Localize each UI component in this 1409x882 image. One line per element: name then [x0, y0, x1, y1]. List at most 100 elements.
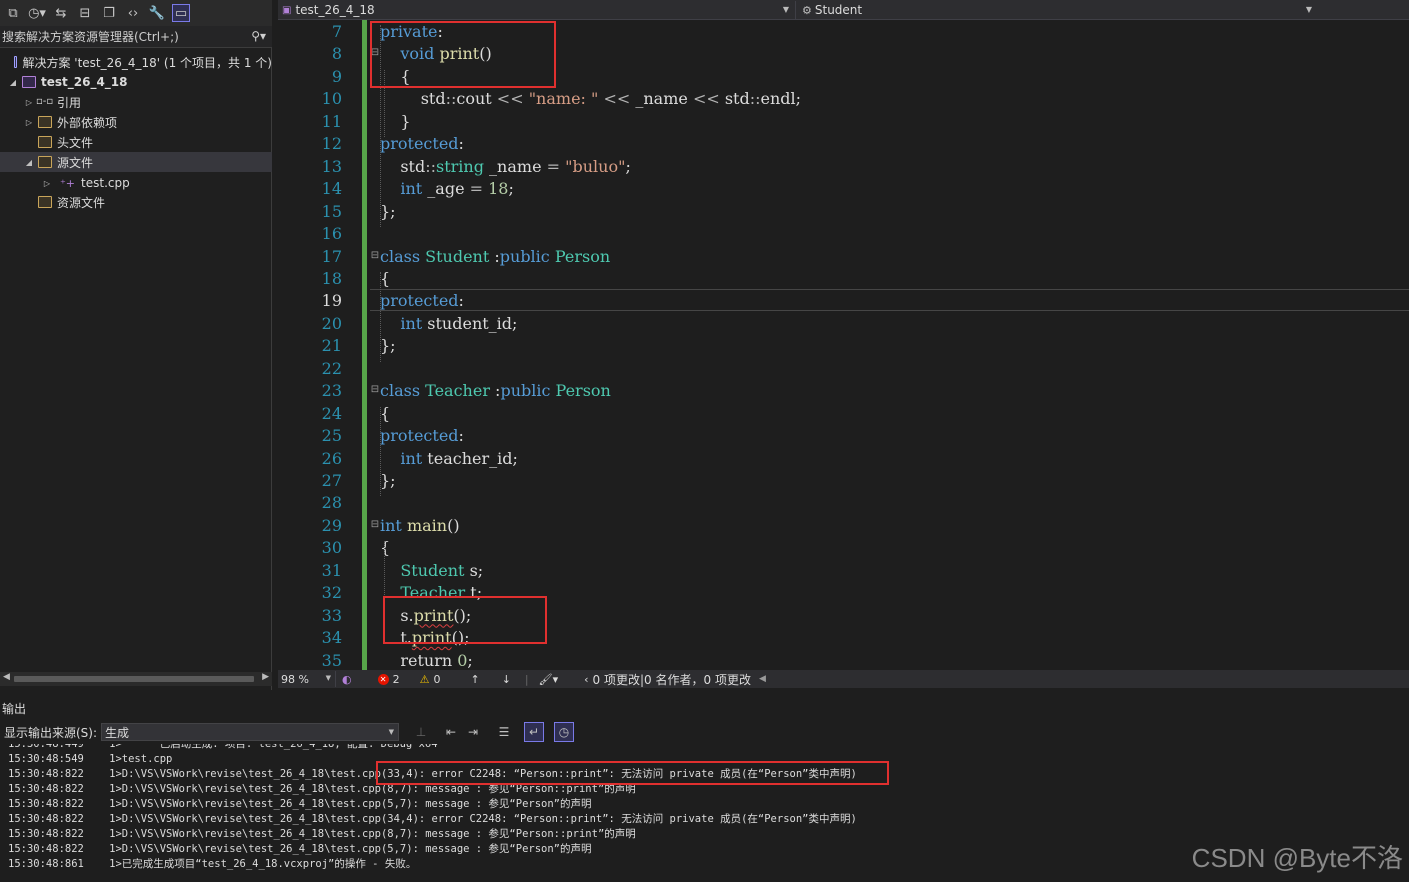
code-view-icon[interactable]: ‹›	[124, 4, 142, 22]
code-line: };	[380, 335, 396, 357]
output-source-select[interactable]: 生成 ▼	[101, 723, 399, 741]
line-number: 20	[321, 313, 342, 333]
tree-item-project[interactable]: ◢ test_26_4_18	[0, 72, 272, 92]
line-number: 8	[331, 44, 342, 64]
tree-item-test-cpp[interactable]: ▷ ⁺+ test.cpp	[0, 173, 272, 193]
editor-status-bar: 98 % ▼ ◐ ✕ 2 ⚠ 0 ↑ ↓ | 🖌▾ ‹ 0 项更改|0 名作者，…	[278, 670, 1409, 688]
expand-arrow-icon[interactable]: ◢	[8, 78, 18, 87]
expand-arrow-icon[interactable]: ◢	[24, 158, 34, 167]
chevron-down-icon: ▼	[1305, 5, 1312, 14]
code-line: int _age = 18;	[380, 178, 514, 200]
preview-selected-icon[interactable]: ▭	[172, 4, 190, 22]
git-changes-label[interactable]: 0 项更改|0 名作者，0 项更改	[593, 671, 751, 688]
fold-marker-teacher-icon[interactable]: ⊟	[370, 384, 380, 395]
annotation-box-private-print	[370, 21, 556, 88]
line-number: 32	[321, 583, 342, 603]
code-token: class	[380, 381, 421, 401]
chevron-down-icon: ▼	[782, 5, 789, 14]
output-line: 15:30:48:822 1>D:\VS\VSWork\revise\test_…	[8, 843, 592, 855]
next-message-icon[interactable]: ⇥	[463, 722, 483, 742]
warning-count-button[interactable]: ⚠ 0	[420, 673, 441, 686]
line-number: 22	[321, 358, 342, 378]
code-line: std::cout << "name: " << _name << std::e…	[380, 88, 801, 110]
file-scope-label: test_26_4_18	[295, 3, 375, 17]
line-number: 33	[321, 605, 342, 625]
code-token: Person	[555, 381, 611, 401]
code-token: };	[380, 471, 396, 490]
tree-item-label: test.cpp	[81, 176, 130, 190]
clear-all-icon[interactable]: ☰	[494, 722, 514, 742]
solution-search-box[interactable]: 搜索解决方案资源管理器(Ctrl+;) ⚲▾	[0, 26, 272, 48]
previous-issue-icon[interactable]: ↑	[470, 673, 479, 686]
show-timestamps-icon[interactable]: ◷	[554, 722, 574, 742]
code-token: std	[380, 89, 446, 109]
tree-item-label: 资源文件	[57, 195, 106, 210]
code-token: ()	[447, 515, 460, 535]
zoom-dropdown[interactable]: 98 % ▼	[278, 671, 336, 687]
copilot-icon[interactable]: ◐	[342, 673, 352, 686]
vs-switch-views-icon[interactable]: ⧉	[4, 4, 22, 22]
code-token: :	[489, 246, 500, 266]
collapse-all-icon[interactable]: ⊟	[76, 4, 94, 22]
code-token: ::	[445, 89, 457, 109]
next-issue-icon[interactable]: ↓	[502, 673, 511, 686]
collapse-arrow-icon[interactable]: ▷	[42, 179, 52, 188]
tree-item-solution[interactable]: 解决方案 'test_26_4_18' (1 个项目，共 1 个)	[0, 52, 272, 72]
collapse-arrow-icon[interactable]: ▷	[24, 118, 34, 127]
folder-icon	[38, 196, 52, 208]
show-all-files-icon[interactable]: ❐	[100, 4, 118, 22]
output-line: 15:30:48:822 1>D:\VS\VSWork\revise\test_…	[8, 828, 636, 840]
collapse-arrow-icon[interactable]: ▷	[24, 98, 34, 107]
tree-item-references[interactable]: ▷ ▫-▫ 引用	[0, 92, 272, 112]
code-token: "buluo"	[565, 156, 626, 176]
error-count-button[interactable]: ✕ 2	[377, 673, 400, 686]
code-token: teacher_id;	[422, 448, 518, 468]
history-icon[interactable]: ◷▾	[28, 4, 46, 22]
tree-item-header-files[interactable]: 头文件	[0, 132, 272, 152]
line-number: 31	[321, 560, 342, 580]
previous-message-icon[interactable]: ⇤	[441, 722, 461, 742]
code-token: endl;	[760, 89, 802, 109]
tree-item-resource-files[interactable]: 资源文件	[0, 192, 272, 212]
code-cleanup-icon[interactable]: 🖌▾	[539, 673, 559, 686]
code-line: int student_id;	[380, 313, 517, 335]
code-token: "name: "	[528, 89, 599, 109]
output-title: 输出	[2, 701, 27, 716]
code-token: public	[499, 246, 550, 266]
line-number: 25	[321, 426, 342, 446]
horizontal-scrollbar[interactable]: ◀ ▶	[0, 672, 272, 686]
tree-item-external-deps[interactable]: ▷ 外部依赖项	[0, 112, 272, 132]
properties-wrench-icon[interactable]: 🔧	[148, 4, 166, 22]
fold-marker-student-icon[interactable]: ⊟	[370, 250, 380, 261]
scroll-right-icon[interactable]: ▶	[262, 672, 269, 682]
file-scope-dropdown[interactable]: ▣ test_26_4_18 ▼	[278, 1, 796, 19]
member-scope-dropdown[interactable]: ⚙ Student ▼	[798, 1, 1318, 19]
code-token: int	[400, 448, 423, 468]
sync-icon[interactable]: ⇆	[52, 4, 70, 22]
scroll-left-icon[interactable]: ◀	[759, 674, 766, 684]
line-number: 24	[321, 403, 342, 423]
scrollbar-thumb[interactable]	[14, 676, 254, 682]
search-icon[interactable]: ⚲▾	[251, 29, 266, 43]
code-editor[interactable]: private: void print() { std::cout << "na…	[370, 20, 1409, 670]
code-token: cout	[456, 89, 497, 109]
fold-marker-main-icon[interactable]: ⊟	[370, 519, 380, 530]
code-line: int main()	[380, 515, 460, 537]
tree-item-source-files[interactable]: ◢ 源文件	[0, 152, 272, 172]
code-token: {	[380, 268, 391, 288]
word-wrap-icon[interactable]: ↵	[524, 722, 544, 742]
output-source-value: 生成	[105, 725, 130, 740]
code-token: <<	[496, 89, 529, 109]
tree-item-label: 源文件	[57, 155, 94, 170]
find-in-output-icon[interactable]: ⊥	[411, 722, 431, 742]
code-token: 18	[488, 179, 509, 199]
line-number: 9	[331, 66, 342, 86]
tree-item-label: test_26_4_18	[41, 75, 128, 89]
code-token: {	[380, 403, 391, 423]
code-line: class Student :public Person	[380, 246, 610, 268]
code-token: Student	[400, 560, 465, 580]
tree-item-label: 解决方案 'test_26_4_18' (1 个项目，共 1 个)	[22, 55, 272, 70]
scroll-left-icon[interactable]: ◀	[3, 672, 10, 682]
line-number: 16	[321, 224, 342, 244]
